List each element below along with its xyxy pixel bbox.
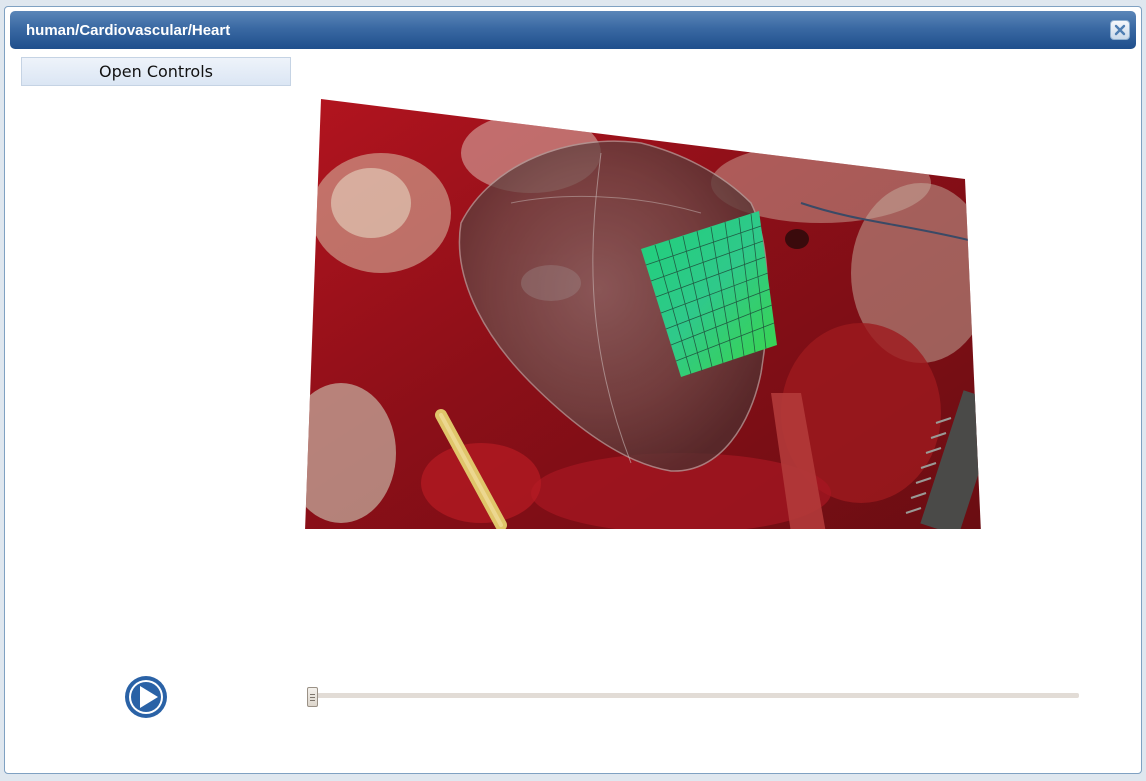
heart-3d-viewport[interactable] — [301, 93, 981, 529]
play-icon — [124, 676, 168, 723]
close-icon — [1114, 21, 1126, 40]
viewer-window: human/Cardiovascular/Heart Open Controls — [4, 6, 1142, 774]
close-button[interactable] — [1110, 20, 1130, 40]
timeline-slider-handle[interactable] — [307, 687, 318, 707]
timeline-slider-track[interactable] — [309, 693, 1079, 698]
open-controls-button[interactable]: Open Controls — [21, 57, 291, 86]
grip-line — [310, 697, 315, 698]
grip-line — [310, 700, 315, 701]
window-title: human/Cardiovascular/Heart — [26, 22, 231, 39]
play-button[interactable] — [124, 675, 168, 719]
title-bar[interactable]: human/Cardiovascular/Heart — [10, 11, 1136, 49]
surgical-video-frame — [305, 99, 981, 529]
grip-line — [310, 694, 315, 695]
